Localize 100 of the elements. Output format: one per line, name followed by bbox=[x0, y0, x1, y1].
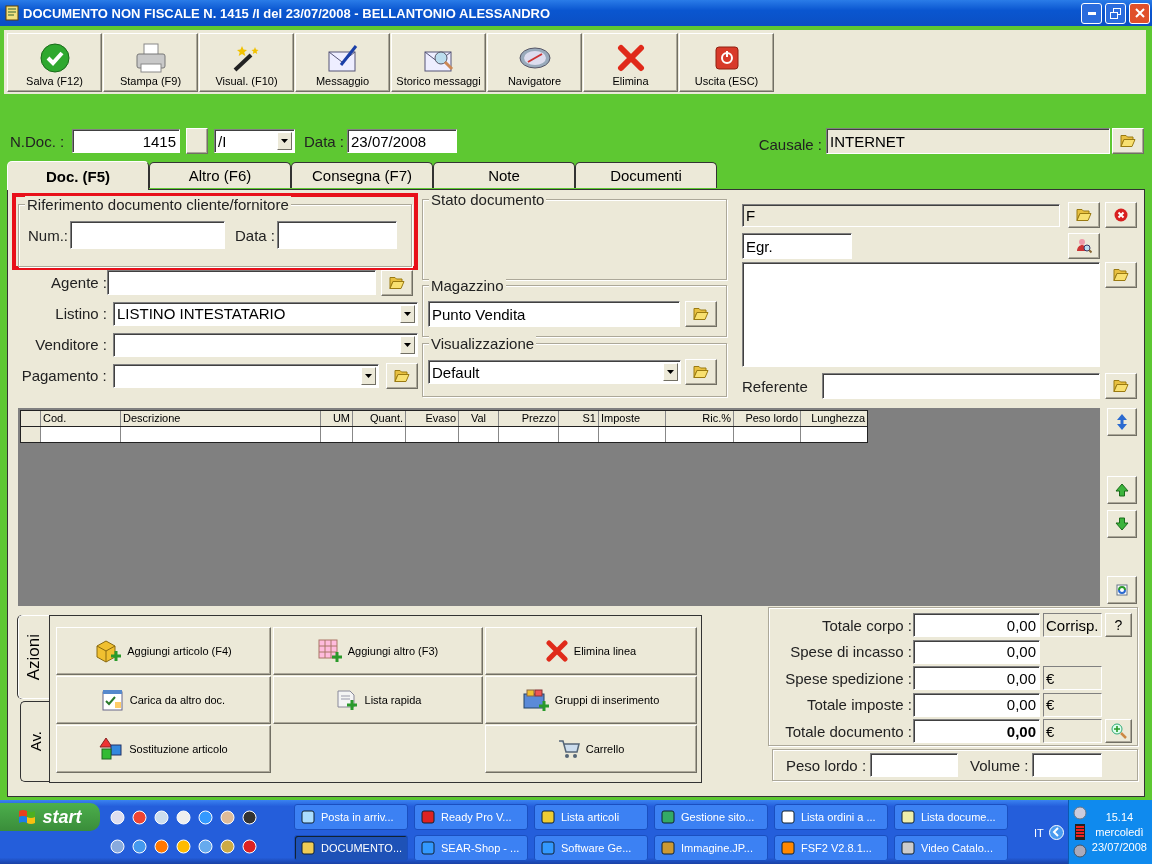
show-hidden-icons-button[interactable] bbox=[1048, 824, 1064, 840]
taskbar-button[interactable]: SEAR-Shop - ... bbox=[414, 834, 528, 861]
taskbar-button[interactable]: Gestione sito... bbox=[654, 803, 768, 830]
toolbar-button[interactable]: Salva (F12) bbox=[7, 33, 102, 92]
move-up-button[interactable] bbox=[1107, 476, 1137, 504]
taskbar-button[interactable]: Software Ge... bbox=[534, 834, 648, 861]
person-magnifier-icon bbox=[1076, 238, 1092, 254]
volume-field[interactable] bbox=[1032, 753, 1103, 777]
total-field: 0,00 bbox=[913, 639, 1040, 664]
toolbar-button[interactable]: Elimina bbox=[583, 33, 678, 92]
dropdown[interactable]: LISTINO INTESTATARIO bbox=[113, 301, 418, 326]
causale-field[interactable]: INTERNET bbox=[826, 128, 1110, 154]
toolbar-button[interactable]: Uscita (ESC) bbox=[679, 33, 774, 92]
toolbar-button[interactable]: Storico messaggi bbox=[391, 33, 486, 92]
weight-field[interactable] bbox=[870, 753, 959, 777]
toolbar-button[interactable]: Navigatore bbox=[487, 33, 582, 92]
column-header[interactable]: Imposte bbox=[599, 411, 666, 426]
zoom-button[interactable] bbox=[1105, 719, 1132, 744]
action-button[interactable]: Gruppi di inserimento bbox=[485, 676, 697, 724]
salutation-field[interactable]: Egr. bbox=[742, 233, 852, 259]
tab[interactable]: Doc. (F5) bbox=[7, 161, 149, 190]
side-tab[interactable]: Azioni bbox=[18, 615, 49, 699]
action-button[interactable]: Sostituzione articolo bbox=[56, 725, 271, 773]
language-indicator[interactable]: IT bbox=[1034, 827, 1044, 839]
refresh-button[interactable] bbox=[1107, 576, 1137, 604]
dropdown-arrow-icon bbox=[365, 373, 372, 378]
minimize-button[interactable] bbox=[1081, 2, 1102, 24]
referente-field[interactable] bbox=[822, 373, 1100, 399]
folder-button[interactable] bbox=[386, 362, 418, 389]
taskbar-button[interactable]: Lista ordini a ... bbox=[774, 803, 888, 830]
side-tab[interactable]: Av. bbox=[20, 701, 49, 782]
warehouse-field[interactable]: Punto Vendita bbox=[428, 301, 680, 327]
column-header[interactable]: UM bbox=[321, 411, 353, 426]
column-header[interactable]: Ric.% bbox=[666, 411, 734, 426]
taskbar-button[interactable]: Posta in arriv... bbox=[294, 803, 408, 830]
date-field[interactable] bbox=[277, 221, 398, 249]
column-header[interactable]: S1 bbox=[559, 411, 599, 426]
toolbar-button[interactable]: Stampa (F9) bbox=[103, 33, 198, 92]
action-button[interactable]: Carrello bbox=[485, 725, 697, 773]
app-icon bbox=[242, 810, 257, 825]
series-dropdown[interactable]: /I bbox=[214, 129, 295, 153]
remove-button[interactable] bbox=[1105, 202, 1137, 228]
taskbar-button[interactable]: Immagine.JP... bbox=[654, 834, 768, 861]
column-header[interactable]: Lunghezza bbox=[801, 411, 867, 426]
taskbar-button[interactable]: Lista docume... bbox=[894, 803, 1008, 830]
column-header[interactable]: Peso lordo bbox=[734, 411, 801, 426]
move-down-button[interactable] bbox=[1107, 510, 1137, 538]
toolbar-button[interactable]: Messaggio bbox=[295, 33, 390, 92]
folder-button[interactable] bbox=[685, 359, 717, 385]
tab[interactable]: Documenti bbox=[575, 162, 717, 188]
document-number-field[interactable]: 1415 bbox=[72, 129, 180, 153]
taskbar-button[interactable]: FSF2 V2.8.1... bbox=[774, 834, 888, 861]
column-header[interactable]: Cod. bbox=[41, 411, 121, 426]
folder-button[interactable] bbox=[1105, 373, 1137, 399]
small-button[interactable] bbox=[186, 128, 208, 154]
taskbar-button[interactable]: Ready Pro V... bbox=[414, 803, 528, 830]
person-search-button[interactable] bbox=[1068, 233, 1100, 259]
window-title: DOCUMENTO NON FISCALE N. 1415 /I del 23/07/2008 - BELLANTONIO ALESSANDRO bbox=[23, 5, 551, 21]
close-icon bbox=[1134, 8, 1145, 18]
customer-name-field[interactable]: F bbox=[742, 203, 1060, 227]
taskbar-button[interactable]: Lista articoli bbox=[534, 803, 648, 830]
column-header[interactable]: Descrizione bbox=[121, 411, 321, 426]
column-header[interactable]: Quant. bbox=[353, 411, 406, 426]
close-button[interactable] bbox=[1129, 2, 1150, 24]
action-button[interactable]: Elimina linea bbox=[485, 627, 697, 675]
dropdown[interactable] bbox=[112, 363, 379, 388]
taskbar-button[interactable]: DOCUMENTO... bbox=[294, 834, 408, 861]
column-header[interactable]: Val bbox=[459, 411, 499, 426]
action-button[interactable]: Lista rapida bbox=[273, 676, 483, 724]
move-button[interactable] bbox=[1107, 408, 1137, 436]
action-button[interactable]: Carica da altro doc. bbox=[56, 676, 271, 724]
folder-button[interactable] bbox=[1105, 262, 1137, 288]
restore-button[interactable] bbox=[1105, 2, 1126, 24]
column-header[interactable]: Prezzo bbox=[499, 411, 559, 426]
number-field[interactable] bbox=[70, 221, 225, 249]
help-button[interactable]: ? bbox=[1105, 613, 1132, 638]
app-icon bbox=[901, 840, 915, 855]
field-label: Volume : bbox=[970, 756, 1029, 774]
folder-button[interactable] bbox=[1112, 128, 1144, 154]
total-field: 0,00 bbox=[913, 692, 1040, 717]
view-dropdown[interactable]: Default bbox=[428, 360, 681, 384]
column-header[interactable]: Evaso bbox=[406, 411, 459, 426]
address-field[interactable] bbox=[742, 262, 1100, 367]
tab[interactable]: Note bbox=[433, 162, 575, 188]
date-field[interactable]: 23/07/2008 bbox=[347, 129, 458, 153]
dropdown[interactable] bbox=[113, 332, 418, 357]
currency-field: Corrisp. bbox=[1043, 613, 1102, 638]
folder-button[interactable] bbox=[381, 269, 413, 296]
tab[interactable]: Consegna (F7) bbox=[291, 162, 433, 188]
up-down-arrow-icon bbox=[1117, 414, 1127, 430]
taskbar-button[interactable]: Video Catalo... bbox=[894, 834, 1008, 861]
folder-button[interactable] bbox=[685, 301, 717, 327]
text-field[interactable] bbox=[107, 270, 376, 295]
field-label: Referente bbox=[742, 377, 809, 395]
total-label: Totale corpo : bbox=[820, 616, 913, 634]
toolbar-button[interactable]: Visual. (F10) bbox=[199, 33, 294, 92]
action-button[interactable]: Aggiungi articolo (F4) bbox=[56, 627, 271, 675]
folder-button[interactable] bbox=[1068, 202, 1100, 228]
tab[interactable]: Altro (F6) bbox=[149, 162, 291, 188]
action-button[interactable]: Aggiungi altro (F3) bbox=[273, 627, 483, 675]
